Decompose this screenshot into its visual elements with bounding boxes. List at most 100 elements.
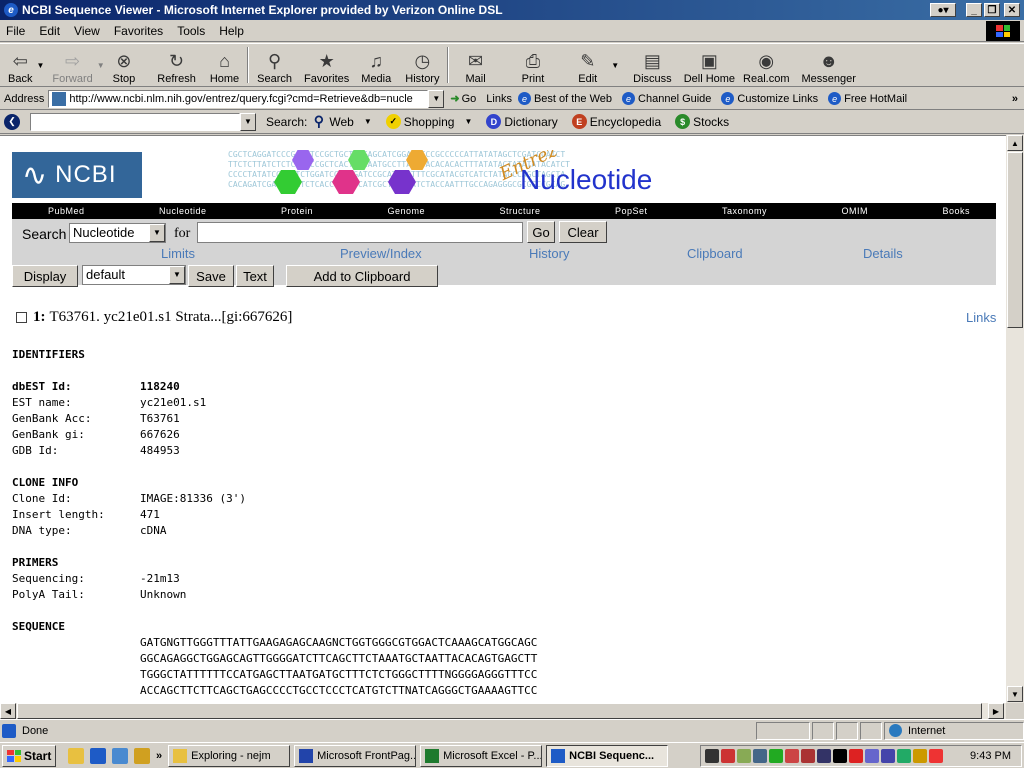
quicklaunch-chevron-icon[interactable]: » bbox=[156, 750, 162, 762]
tab-limits[interactable]: Limits bbox=[161, 246, 195, 261]
stop-button[interactable]: ⊗ Stop bbox=[109, 45, 140, 85]
task-exploring[interactable]: Exploring - nejm bbox=[168, 744, 291, 767]
nav-genome[interactable]: Genome bbox=[388, 206, 426, 216]
links-chevron-icon[interactable]: » bbox=[1012, 93, 1018, 105]
edit-button[interactable]: ✎ Edit bbox=[574, 45, 601, 85]
tray-icon[interactable] bbox=[769, 749, 783, 763]
close-button[interactable]: ✕ bbox=[1004, 3, 1020, 17]
tray-icon[interactable] bbox=[721, 749, 735, 763]
vertical-scrollbar[interactable]: ▲ ▼ bbox=[1006, 135, 1024, 703]
nav-structure[interactable]: Structure bbox=[500, 206, 541, 216]
search-stocks-button[interactable]: $ Stocks bbox=[675, 114, 729, 129]
clock[interactable]: 9:43 PM bbox=[970, 750, 1011, 762]
vertical-scroll-thumb[interactable] bbox=[1007, 152, 1023, 328]
links-label[interactable]: Links bbox=[486, 93, 512, 105]
clear-button[interactable]: Clear bbox=[559, 221, 607, 243]
edit-dropdown-icon[interactable]: ▼ bbox=[611, 61, 619, 70]
task-ncbi[interactable]: NCBI Sequenc... bbox=[546, 744, 669, 767]
tray-icon[interactable] bbox=[913, 749, 927, 763]
dell-home-button[interactable]: ▣ Dell Home bbox=[680, 45, 739, 85]
realcom-button[interactable]: ◉ Real.com bbox=[739, 45, 793, 85]
shopping-dropdown-icon[interactable]: ▼ bbox=[464, 117, 472, 126]
search-button[interactable]: ⚲ Search bbox=[253, 45, 296, 85]
discuss-button[interactable]: ▤ Discuss bbox=[629, 45, 676, 85]
record-checkbox[interactable] bbox=[16, 312, 27, 323]
scroll-down-icon[interactable]: ▼ bbox=[1007, 686, 1023, 702]
record-title-text[interactable]: T63761. yc21e01.s1 Strata...[gi:667626] bbox=[50, 309, 293, 326]
link-free-hotmail[interactable]: e Free HotMail bbox=[828, 92, 907, 105]
home-button[interactable]: ⌂ Home bbox=[206, 45, 243, 85]
tab-clipboard[interactable]: Clipboard bbox=[687, 246, 743, 261]
tray-icon[interactable] bbox=[705, 749, 719, 763]
add-to-clipboard-button[interactable]: Add to Clipboard bbox=[286, 265, 438, 287]
back-dropdown-icon[interactable]: ▼ bbox=[36, 61, 44, 70]
tab-preview-index[interactable]: Preview/Index bbox=[340, 246, 422, 261]
mail-button[interactable]: ✉ Mail bbox=[461, 45, 489, 85]
start-button[interactable]: Start bbox=[2, 744, 56, 767]
nav-protein[interactable]: Protein bbox=[281, 206, 313, 216]
query-input[interactable] bbox=[197, 222, 523, 243]
save-button[interactable]: Save bbox=[188, 265, 234, 287]
search-encyclopedia-button[interactable]: E Encyclopedia bbox=[571, 114, 661, 129]
tab-details[interactable]: Details bbox=[863, 246, 903, 261]
search-shopping-button[interactable]: ✓ Shopping ▼ bbox=[385, 114, 472, 129]
scroll-right-icon[interactable]: ▶ bbox=[988, 703, 1004, 719]
nav-pubmed[interactable]: PubMed bbox=[48, 206, 85, 216]
forward-button[interactable]: ⇨ Forward bbox=[48, 45, 96, 85]
web-dropdown-icon[interactable]: ▼ bbox=[364, 117, 372, 126]
task-frontpage[interactable]: Microsoft FrontPag... bbox=[294, 744, 417, 767]
menu-tools[interactable]: Tools bbox=[177, 24, 205, 38]
nav-books[interactable]: Books bbox=[942, 206, 970, 216]
link-channel-guide[interactable]: e Channel Guide bbox=[622, 92, 711, 105]
database-dropdown-icon[interactable]: ▼ bbox=[149, 224, 165, 242]
back-button[interactable]: ⇦ Back bbox=[4, 45, 36, 85]
tray-icon[interactable] bbox=[929, 749, 943, 763]
outlook-express-quicklaunch-icon[interactable] bbox=[112, 747, 128, 764]
outlook-quicklaunch-icon[interactable] bbox=[68, 747, 84, 764]
refresh-button[interactable]: ↻ Refresh bbox=[153, 45, 200, 85]
horizontal-scrollbar[interactable]: ◀ ▶ bbox=[0, 703, 1006, 719]
nav-taxonomy[interactable]: Taxonomy bbox=[722, 206, 767, 216]
favorites-button[interactable]: ★ Favorites bbox=[300, 45, 353, 85]
tray-icon[interactable] bbox=[897, 749, 911, 763]
format-select[interactable]: default ▼ bbox=[82, 265, 186, 285]
menu-view[interactable]: View bbox=[74, 24, 100, 38]
search-toolbar-input[interactable] bbox=[30, 112, 240, 131]
search-web-button[interactable]: ⚲ Web ▼ bbox=[311, 113, 372, 129]
text-button[interactable]: Text bbox=[236, 265, 274, 287]
tray-icon[interactable] bbox=[833, 749, 847, 763]
horizontal-scroll-thumb[interactable] bbox=[17, 703, 982, 719]
maximize-button[interactable]: ❐ bbox=[984, 3, 1000, 17]
msn-icon[interactable]: ❮ bbox=[4, 113, 20, 130]
menu-help[interactable]: Help bbox=[219, 24, 244, 38]
address-dropdown-icon[interactable]: ▼ bbox=[428, 89, 445, 108]
tray-icon[interactable] bbox=[849, 749, 863, 763]
scroll-up-icon[interactable]: ▲ bbox=[1007, 135, 1023, 151]
scroll-left-icon[interactable]: ◀ bbox=[0, 703, 16, 719]
tray-icon[interactable] bbox=[865, 749, 879, 763]
address-go-button[interactable]: ➜ Go bbox=[450, 92, 476, 106]
record-links[interactable]: Links bbox=[966, 310, 996, 325]
minimize-button[interactable]: _ bbox=[966, 3, 982, 17]
search-dictionary-button[interactable]: D Dictionary bbox=[486, 114, 558, 129]
tray-icon[interactable] bbox=[817, 749, 831, 763]
menu-file[interactable]: File bbox=[6, 24, 25, 38]
media-button[interactable]: ♫ Media bbox=[357, 45, 395, 85]
menu-favorites[interactable]: Favorites bbox=[114, 24, 163, 38]
print-button[interactable]: ⎙ Print bbox=[518, 45, 549, 85]
messenger-button[interactable]: ☻ Messenger bbox=[798, 45, 860, 85]
address-input[interactable]: http://www.ncbi.nlm.nih.gov/entrez/query… bbox=[48, 89, 429, 108]
nav-popset[interactable]: PopSet bbox=[615, 206, 648, 216]
display-button[interactable]: Display bbox=[12, 265, 78, 287]
ncbi-logo[interactable]: ∿ NCBI bbox=[12, 152, 142, 198]
link-best-of-web[interactable]: e Best of the Web bbox=[517, 92, 612, 105]
tray-icon[interactable] bbox=[737, 749, 751, 763]
nav-nucleotide[interactable]: Nucleotide bbox=[159, 206, 207, 216]
ie-quicklaunch-icon[interactable] bbox=[90, 747, 106, 764]
tray-icon[interactable] bbox=[881, 749, 895, 763]
go-button[interactable]: Go bbox=[527, 221, 555, 243]
media-quicklaunch-icon[interactable] bbox=[134, 747, 150, 764]
tab-history[interactable]: History bbox=[529, 246, 569, 261]
tray-icon[interactable] bbox=[785, 749, 799, 763]
forward-dropdown-icon[interactable]: ▼ bbox=[97, 61, 105, 70]
